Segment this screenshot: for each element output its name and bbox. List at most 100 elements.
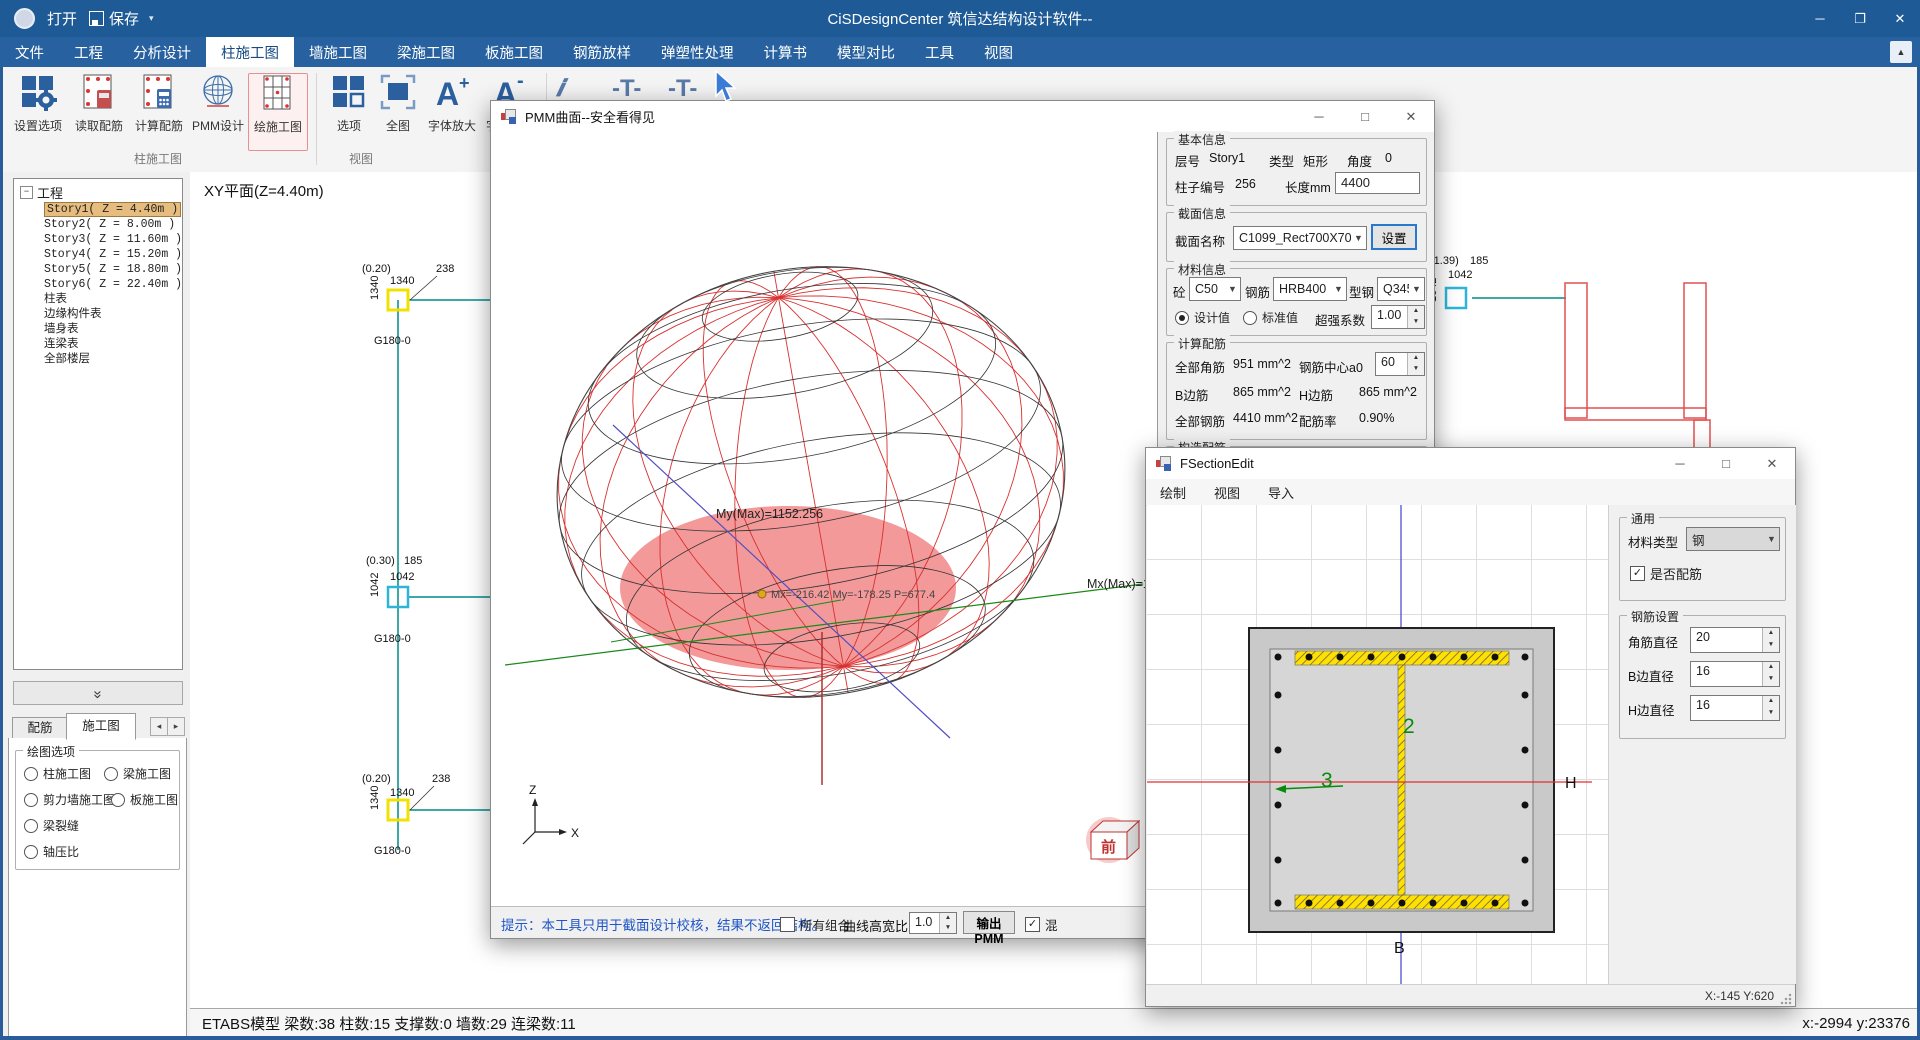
corner-diameter-spinner[interactable]: 20▲▼ <box>1690 627 1780 653</box>
menu-analysis-design[interactable]: 分析设计 <box>118 37 206 67</box>
maximize-button[interactable]: ❐ <box>1840 0 1880 37</box>
export-pmm-button[interactable]: 输出PMM <box>963 911 1015 934</box>
my-max-label: My(Max)=1152.256 <box>716 507 823 521</box>
section-name-combo[interactable]: C1099_Rect700X700▼ <box>1233 226 1367 250</box>
view-options-button[interactable]: 选项 <box>326 73 372 149</box>
radio-slab-drawing[interactable]: 板施工图 <box>111 791 178 808</box>
checkbox-concrete-partial[interactable]: 混 <box>1025 915 1058 934</box>
tree-item-story1[interactable]: Story1( Z = 4.40m ) <box>44 202 182 217</box>
checkbox-has-rebar[interactable]: 是否配筋 <box>1630 564 1702 583</box>
steel-info-icon[interactable]: 𝒊 <box>556 75 563 103</box>
radio-column-drawing[interactable]: 柱施工图 <box>24 765 91 782</box>
menu-file[interactable]: 文件 <box>0 37 59 67</box>
h-diameter-spinner[interactable]: 16▲▼ <box>1690 695 1780 721</box>
close-button[interactable]: ✕ <box>1880 0 1920 37</box>
tree-item-story3[interactable]: Story3( Z = 11.60m ) <box>44 232 182 247</box>
menu-calc-book[interactable]: 计算书 <box>749 37 823 67</box>
tree-item-story2[interactable]: Story2( Z = 8.00m ) <box>44 217 182 232</box>
steel-combo[interactable]: Q345▼ <box>1377 277 1425 301</box>
pmm-design-button[interactable]: PMM设计 <box>190 73 246 149</box>
menu-view[interactable]: 视图 <box>969 37 1028 67</box>
radio-axial-ratio[interactable]: 轴压比 <box>24 843 79 860</box>
checkbox-all-combinations[interactable]: 所有组合 <box>780 915 850 934</box>
steel-web[interactable] <box>1398 665 1405 895</box>
menu-rebar-detailing[interactable]: 钢筋放样 <box>558 37 646 67</box>
overstrength-spinner[interactable]: 1.00▲▼ <box>1371 305 1425 329</box>
b-diameter-spinner[interactable]: 16▲▼ <box>1690 661 1780 687</box>
menu-elastoplastic[interactable]: 弹塑性处理 <box>646 37 749 67</box>
b-axis-label: B <box>1394 940 1405 957</box>
section-settings-button[interactable]: 设置 <box>1371 224 1417 250</box>
fsection-menu-draw[interactable]: 绘制 <box>1146 483 1200 502</box>
app-title: CiSDesignCenter 筑信达结构设计软件-- <box>0 8 1920 29</box>
fsection-maximize-button[interactable]: □ <box>1703 448 1749 479</box>
svg-text:1340: 1340 <box>390 787 414 799</box>
calc-rebar-button[interactable]: 计算配筋 <box>130 73 188 149</box>
open-button[interactable]: 打开 <box>47 8 77 29</box>
radio-design-value[interactable]: 设计值 <box>1175 309 1230 326</box>
menu-tools[interactable]: 工具 <box>910 37 969 67</box>
radio-beam-crack[interactable]: 梁裂缝 <box>24 817 79 834</box>
concrete-combo[interactable]: C50▼ <box>1189 277 1241 301</box>
pmm-maximize-button[interactable]: □ <box>1342 101 1388 132</box>
quick-access-caret-icon[interactable]: ▾ <box>149 13 154 24</box>
fsection-menubar: 绘制 视图 导入 <box>1146 479 1795 506</box>
tree-item-column-table[interactable]: 柱表 <box>44 292 182 307</box>
svg-text:1340: 1340 <box>369 276 381 300</box>
tree-item-link-beam-table[interactable]: 连梁表 <box>44 337 182 352</box>
tab-construction[interactable]: 施工图 <box>66 713 136 740</box>
radio-beam-drawing[interactable]: 梁施工图 <box>104 765 171 782</box>
menu-model-compare[interactable]: 模型对比 <box>822 37 910 67</box>
minimize-button[interactable]: ─ <box>1800 0 1840 37</box>
section-editor-canvas[interactable]: 2 3 H B <box>1147 505 1608 984</box>
fsection-menu-import[interactable]: 导入 <box>1254 483 1308 502</box>
fsection-menu-view[interactable]: 视图 <box>1200 483 1254 502</box>
draw-construction-button[interactable]: 绘施工图 <box>248 73 308 151</box>
tree-item-all-floors[interactable]: 全部楼层 <box>44 352 182 367</box>
tree-root-project[interactable]: − 工程 <box>20 183 182 202</box>
column-node-right[interactable] <box>1446 288 1466 308</box>
tree-item-story4[interactable]: Story4( Z = 15.20m ) <box>44 247 182 262</box>
collapse-panel-button[interactable]: » <box>13 681 183 705</box>
tab-scroll-left-icon[interactable]: ◂ <box>150 717 168 736</box>
font-enlarge-button[interactable]: A + 字体放大 <box>424 73 480 149</box>
tree-item-wall-table[interactable]: 墙身表 <box>44 322 182 337</box>
text-tool-icon[interactable]: -T- <box>612 75 641 103</box>
full-view-button[interactable]: 全图 <box>376 73 420 149</box>
aspect-ratio-spinner[interactable]: 1.0▲▼ <box>909 912 957 934</box>
fsection-minimize-button[interactable]: ─ <box>1657 448 1703 479</box>
read-rebar-button[interactable]: 读取配筋 <box>70 73 128 149</box>
svg-text:1042: 1042 <box>1448 269 1472 281</box>
rebar-center-spinner[interactable]: 60▲▼ <box>1375 352 1425 376</box>
length-input[interactable]: 4400 <box>1335 172 1420 194</box>
rebar-combo[interactable]: HRB400▼ <box>1273 277 1347 301</box>
view-cube-icon[interactable]: 前 <box>1086 817 1139 863</box>
pmm-close-button[interactable]: ✕ <box>1388 101 1434 132</box>
tree-item-story5[interactable]: Story5( Z = 18.80m ) <box>44 262 182 277</box>
menu-column-drawing[interactable]: 柱施工图 <box>206 37 294 67</box>
resize-grip[interactable] <box>1780 993 1792 1005</box>
pmm-titlebar[interactable]: PMM曲面--安全看得见 ─ □ ✕ <box>491 101 1434 133</box>
fsection-titlebar[interactable]: FSectionEdit ─ □ ✕ <box>1146 448 1795 480</box>
menu-project[interactable]: 工程 <box>59 37 118 67</box>
tree-item-story6[interactable]: Story6( Z = 22.40m ) <box>44 277 182 292</box>
tab-rebar[interactable]: 配筋 <box>12 717 68 738</box>
radio-standard-value[interactable]: 标准值 <box>1243 309 1298 326</box>
tree-item-edge-member-table[interactable]: 边缘构件表 <box>44 307 182 322</box>
ribbon-collapse-button[interactable]: ▲ <box>1890 41 1912 63</box>
pmm-3d-plot[interactable]: Mx=-216.42 My=-178.25 P=677.4 My(Max)=11… <box>491 132 1158 906</box>
material-type-combo[interactable]: 钢▼ <box>1686 527 1780 551</box>
settings-options-button[interactable]: 设置选项 <box>10 73 66 149</box>
section-info-group: 截面信息 截面名称 C1099_Rect700X700▼ 设置 <box>1166 212 1427 262</box>
tree-collapse-icon[interactable]: − <box>20 186 33 199</box>
tab-scroll-right-icon[interactable]: ▸ <box>167 717 185 736</box>
menu-beam-drawing[interactable]: 梁施工图 <box>382 37 470 67</box>
text-tool2-icon[interactable]: -T- <box>668 75 697 103</box>
menu-slab-drawing[interactable]: 板施工图 <box>470 37 558 67</box>
menu-wall-drawing[interactable]: 墙施工图 <box>294 37 382 67</box>
pmm-minimize-button[interactable]: ─ <box>1296 101 1342 132</box>
fsection-close-button[interactable]: ✕ <box>1749 448 1795 479</box>
app-logo-icon[interactable] <box>14 8 35 29</box>
radio-shearwall-drawing[interactable]: 剪力墙施工图 <box>24 791 115 808</box>
save-button[interactable]: 保存 <box>89 8 139 29</box>
